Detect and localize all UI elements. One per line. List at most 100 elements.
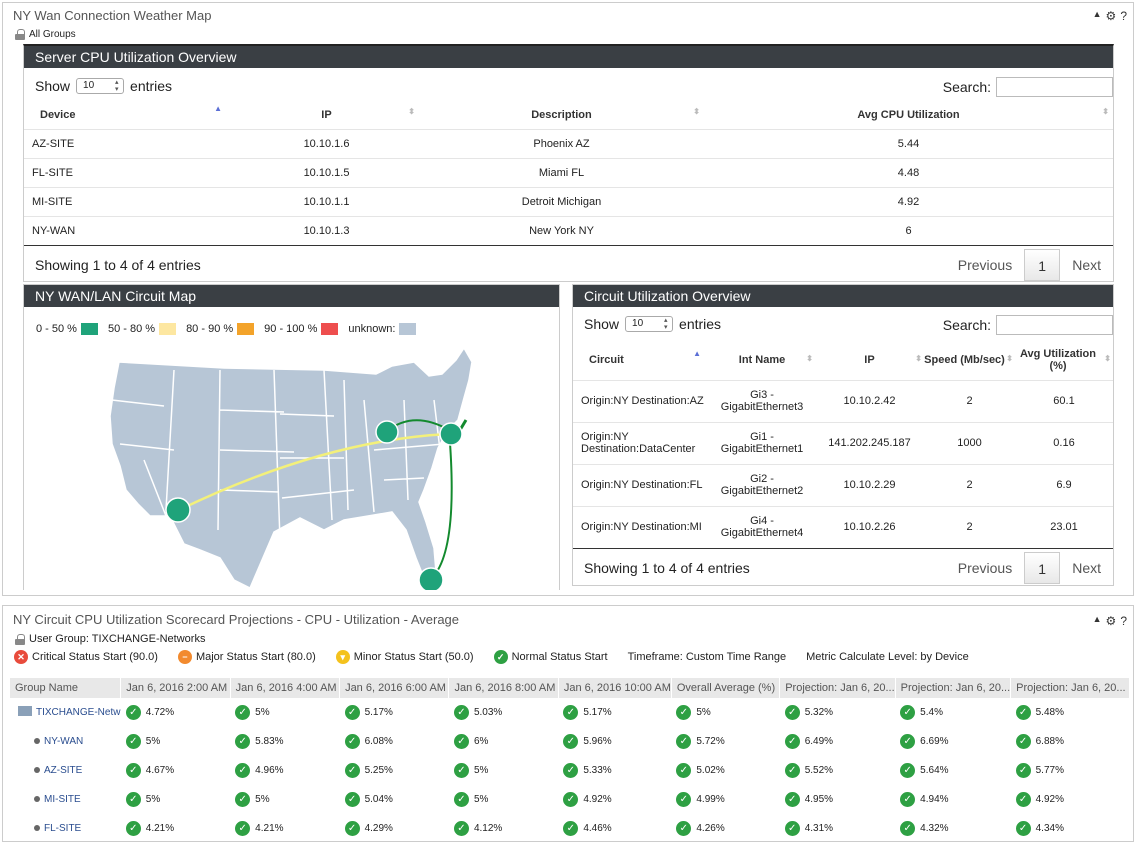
gear-icon[interactable]: ⚙	[1106, 614, 1117, 628]
group-name[interactable]: TIXCHANGE-Netw	[10, 698, 121, 727]
column-header-circuit[interactable]: Circuit ▲	[573, 341, 709, 380]
page-1-button[interactable]: 1	[1024, 552, 1061, 584]
table-row: MI-SITE 10.10.1.1 Detroit Michigan 4.92	[24, 186, 1113, 216]
score-value: 5%	[255, 707, 270, 719]
score-cell: ✓ 6%	[449, 727, 558, 756]
column-header-ip[interactable]: IP ⬍	[815, 341, 924, 380]
column-header[interactable]: Group Name	[10, 678, 122, 698]
score-value: 5.32%	[804, 707, 834, 719]
device-link[interactable]: AZ-SITE	[44, 765, 82, 776]
normal-status-icon: ✓	[453, 821, 469, 836]
score-cell: ✓ 4.32%	[895, 814, 1010, 843]
page-1-button[interactable]: 1	[1024, 249, 1061, 281]
score-cell: ✓ 6.69%	[895, 727, 1010, 756]
column-header[interactable]: Projection: Jan 6, 20...	[1010, 678, 1130, 698]
normal-status-icon: ✓	[235, 821, 251, 836]
column-header-ip[interactable]: IP ⬍	[234, 102, 419, 129]
next-button[interactable]: Next	[1060, 249, 1113, 281]
score-value: 6.69%	[920, 736, 949, 748]
circuit-table: Circuit ▲ Int Name ⬍ IP ⬍ Speed (Mb/sec) ⬍ A…	[573, 341, 1113, 549]
normal-status-icon: ✓	[1015, 734, 1031, 749]
score-value: 4.34%	[1035, 823, 1064, 835]
device-name[interactable]: AZ-SITE	[10, 756, 121, 785]
score-cell: ✓ 4.21%	[230, 814, 339, 843]
column-header[interactable]: Overall Average (%)	[671, 678, 781, 698]
column-header-description[interactable]: Description ⬍	[419, 102, 704, 129]
normal-status-icon: ✓	[1015, 763, 1031, 778]
score-cell: ✓ 5%	[230, 785, 339, 814]
table-row: NY-WAN 10.10.1.3 New York NY 6	[24, 215, 1113, 245]
score-cell: ✓ 4.94%	[895, 785, 1010, 814]
search-input[interactable]	[996, 315, 1113, 335]
column-header-avg-utilization[interactable]: Avg Utilization (%) ⬍	[1015, 341, 1113, 380]
normal-status-icon: ✓	[676, 705, 692, 720]
collapse-icon[interactable]: ▲	[1093, 614, 1102, 628]
previous-button[interactable]: Previous	[946, 552, 1024, 584]
column-header[interactable]: Projection: Jan 6, 20...	[895, 678, 1012, 698]
help-icon[interactable]: ?	[1120, 614, 1127, 628]
page-size-select[interactable]: 10	[76, 78, 125, 94]
device-link[interactable]: NY-WAN	[44, 736, 83, 747]
normal-status-icon: ✓	[344, 821, 360, 836]
normal-status-icon: ✓	[453, 792, 469, 807]
search-input[interactable]	[996, 77, 1113, 97]
gear-icon[interactable]: ⚙	[1106, 9, 1117, 23]
score-cell: ✓ 5%	[121, 727, 230, 756]
table-row: Origin:NY Destination:MI Gi4 - GigabitEth…	[573, 505, 1113, 548]
column-header[interactable]: Jan 6, 2016 2:00 AM	[120, 678, 231, 698]
column-header-speed[interactable]: Speed (Mb/sec) ⬍	[924, 341, 1015, 380]
score-cell: ✓ 4.96%	[230, 756, 339, 785]
widget-title: Server CPU Utilization Overview	[24, 46, 1113, 68]
score-cell: ✓ 5%	[671, 698, 779, 727]
normal-status-icon: ✓	[235, 792, 251, 807]
column-header-device[interactable]: Device ▲	[24, 102, 234, 129]
device-name[interactable]: NY-WAN	[10, 727, 121, 756]
next-button[interactable]: Next	[1060, 552, 1113, 584]
help-icon[interactable]: ?	[1120, 9, 1127, 23]
group-link[interactable]: TIXCHANGE-Netw	[36, 707, 120, 718]
score-value: 5%	[696, 707, 711, 719]
scorecard-row: NY-WAN ✓ 5% ✓ 5.83% ✓ 6.08% ✓ 6% ✓ 5.96% ✓ 5.72% ✓ 6.4…	[10, 727, 1130, 756]
device-link[interactable]: FL-SITE	[44, 823, 81, 834]
normal-status-icon: ✓	[563, 792, 579, 807]
scorecard-row: FL-SITE ✓ 4.21% ✓ 4.21% ✓ 4.29% ✓ 4.12% ✓ 4.46% ✓ 4.…	[10, 814, 1130, 843]
previous-button[interactable]: Previous	[946, 249, 1024, 281]
normal-status-icon: ✓	[344, 763, 360, 778]
normal-status-icon: ✓	[900, 763, 916, 778]
collapse-icon[interactable]: ▲	[1093, 9, 1102, 23]
bullet-icon	[34, 825, 40, 832]
normal-status-icon: ✓	[1015, 705, 1031, 720]
table-info: Showing 1 to 4 of 4 entries	[35, 257, 201, 273]
score-value: 5.48%	[1035, 707, 1064, 719]
bullet-icon	[34, 767, 40, 774]
column-header-int-name[interactable]: Int Name ⬍	[709, 341, 815, 380]
normal-label: Normal Status Start	[511, 651, 608, 663]
score-cell: ✓ 4.46%	[558, 814, 671, 843]
sort-icon: ⬍	[806, 354, 813, 363]
device-link[interactable]: MI-SITE	[44, 794, 81, 805]
status-legend: ✕ Critical Status Start (90.0) − Major S…	[14, 650, 969, 664]
column-header[interactable]: Jan 6, 2016 8:00 AM	[448, 678, 559, 698]
score-cell: ✓ 5%	[449, 785, 558, 814]
normal-status-icon: ✓	[900, 792, 916, 807]
device-name[interactable]: MI-SITE	[10, 785, 121, 814]
column-header[interactable]: Jan 6, 2016 6:00 AM	[339, 678, 450, 698]
us-map[interactable]	[24, 340, 559, 590]
score-value: 5%	[473, 794, 489, 806]
column-header-cpu[interactable]: Avg CPU Utilization ⬍	[704, 102, 1113, 129]
pagination: Previous 1 Next	[946, 249, 1113, 281]
major-label: Major Status Start (80.0)	[195, 651, 316, 663]
device-name[interactable]: FL-SITE	[10, 814, 121, 843]
score-value: 5.17%	[364, 707, 393, 719]
column-header[interactable]: Jan 6, 2016 10:00 AM	[558, 678, 672, 698]
score-value: 5%	[473, 765, 489, 777]
page-size-select[interactable]: 10	[625, 316, 674, 332]
column-header[interactable]: Projection: Jan 6, 20...	[779, 678, 896, 698]
column-header[interactable]: Jan 6, 2016 4:00 AM	[230, 678, 341, 698]
score-value: 4.96%	[255, 765, 284, 777]
legend-label: 80 - 90 %	[186, 323, 234, 335]
bullet-icon	[34, 796, 40, 803]
score-value: 4.67%	[145, 765, 175, 777]
normal-status-icon: ✓	[676, 821, 692, 836]
table-info: Showing 1 to 4 of 4 entries	[584, 560, 750, 576]
